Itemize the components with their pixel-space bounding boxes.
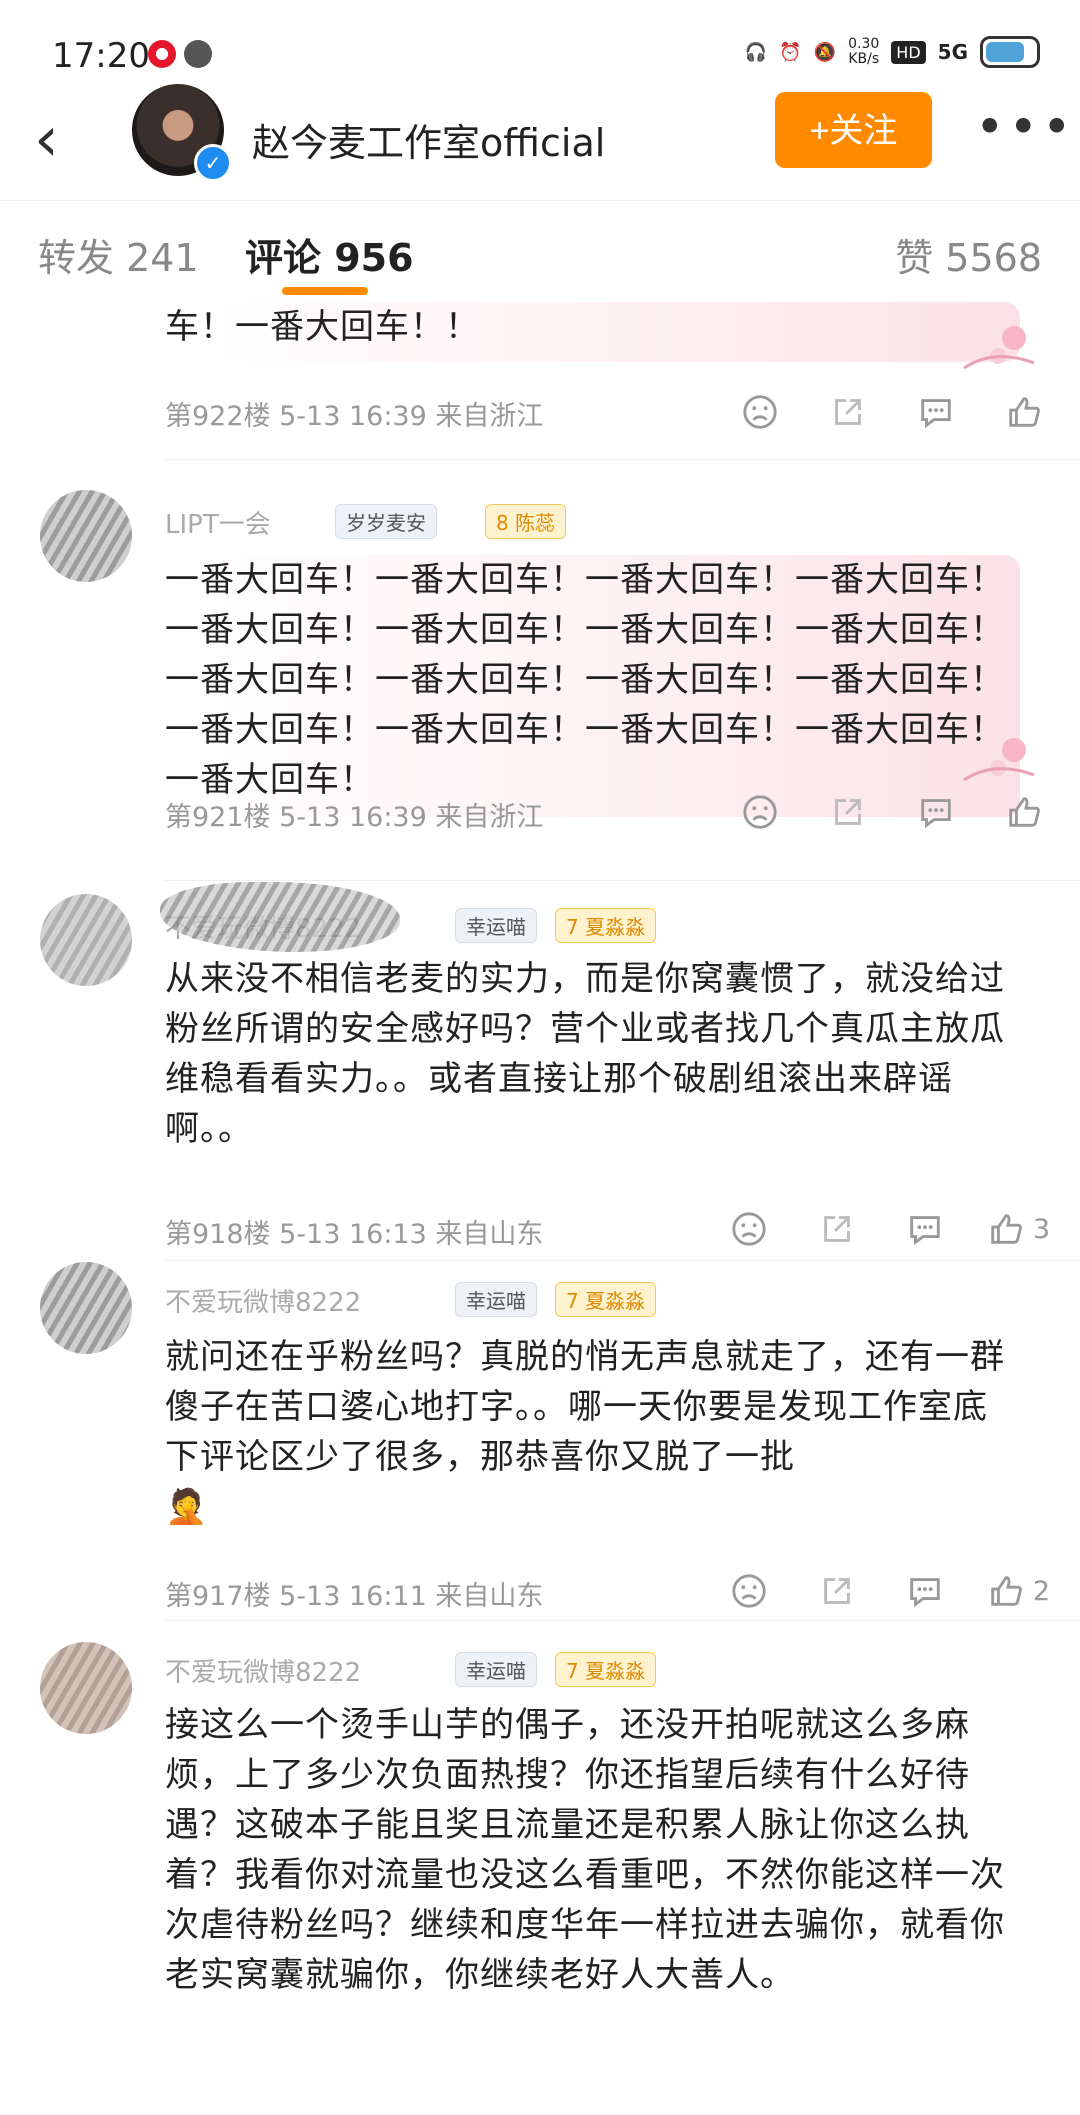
weibo-icon — [148, 40, 176, 68]
thumbs-up-icon[interactable] — [998, 792, 1050, 832]
flower-decoration-icon — [954, 730, 1040, 790]
avatar[interactable] — [40, 1262, 132, 1354]
tab-like[interactable]: 赞 5568 — [895, 227, 1042, 282]
tab-repost[interactable]: 转发 241 — [38, 227, 199, 282]
comment-item: 不爱玩微博8222 幸运喵 7 夏淼淼 从来没不相信老麦的实力，而是你窝囊惯了，… — [0, 882, 1080, 1262]
share-icon[interactable] — [822, 792, 874, 832]
divider — [165, 1620, 1080, 1621]
verified-icon: ✓ — [194, 144, 232, 182]
fan-badge: 岁岁麦安 — [335, 504, 437, 539]
tab-bar: 转发 241 评论 956 赞 5568 — [0, 200, 1080, 301]
fan-level-badge: 8 陈蕊 — [485, 504, 567, 539]
commenter-name[interactable]: 不爱玩微博8222 — [165, 1282, 361, 1319]
comment-text: 就问还在乎粉丝吗？真脱的悄无声息就走了，还有一群傻子在苦口婆心地打字。。哪一天你… — [165, 1337, 1005, 1527]
comment-meta: 第922楼 5-13 16:39 来自浙江 — [165, 401, 544, 432]
like-button[interactable]: 3 — [987, 1209, 1050, 1249]
sad-face-icon[interactable] — [734, 392, 786, 432]
comment-item: 车！一番大回车！！ 第922楼 5-13 16:39 来自浙江 — [0, 302, 1080, 462]
fan-level-badge: 7 夏淼淼 — [555, 1282, 657, 1317]
fan-badge: 幸运喵 — [455, 1652, 537, 1687]
comment-icon[interactable] — [899, 1209, 951, 1249]
fan-badge: 幸运喵 — [455, 1282, 537, 1317]
mute-icon: 🔕 — [813, 41, 837, 63]
comment-meta: 第917楼 5-13 16:11 来自山东 — [165, 1581, 544, 1612]
commenter-name[interactable]: LIPT一会 — [165, 504, 271, 541]
comment-text: 从来没不相信老麦的实力，而是你窝囊惯了，就没给过粉丝所谓的安全感好吗？营个业或者… — [165, 959, 1005, 1149]
divider — [165, 1260, 1080, 1261]
comment-icon[interactable] — [910, 792, 962, 832]
share-icon[interactable] — [822, 392, 874, 432]
thumbs-up-icon[interactable] — [998, 392, 1050, 432]
sad-face-icon[interactable] — [723, 1209, 775, 1249]
comment-meta: 第921楼 5-13 16:39 来自浙江 — [165, 802, 544, 833]
comment-text: 一番大回车！一番大回车！一番大回车！一番大回车！一番大回车！一番大回车！一番大回… — [165, 555, 1020, 817]
active-tab-indicator — [282, 287, 368, 295]
sad-face-icon[interactable] — [723, 1571, 775, 1611]
divider — [165, 880, 1080, 881]
post-header: ‹ ✓ 赵今麦工作室official +关注 ••• — [0, 84, 1080, 185]
chat-bubble-icon — [184, 40, 212, 68]
fan-level-badge: 7 夏淼淼 — [555, 908, 657, 943]
follow-button[interactable]: +关注 — [775, 92, 932, 168]
headphones-icon: 🎧 — [744, 41, 768, 63]
comment-text: 接这么一个烫手山芋的偶子，还没开拍呢就这么多麻烦，上了多少次负面热搜？你还指望后… — [165, 1705, 1005, 1995]
like-button[interactable]: 2 — [987, 1571, 1050, 1611]
like-count: 2 — [1032, 1575, 1050, 1607]
alarm-icon: ⏰ — [779, 41, 802, 63]
like-count: 3 — [1032, 1213, 1050, 1245]
comment-item: 不爱玩微博8222 幸运喵 7 夏淼淼 就问还在乎粉丝吗？真脱的悄无声息就走了，… — [0, 1262, 1080, 1642]
battery-icon — [980, 36, 1040, 68]
comment-list: 车！一番大回车！！ 第922楼 5-13 16:39 来自浙江 LIPT一会 岁… — [0, 302, 1080, 2115]
avatar[interactable] — [40, 894, 132, 986]
more-options-icon[interactable]: ••• — [975, 98, 1075, 156]
network-speed: 0.30 KB/s — [848, 36, 880, 67]
back-icon[interactable]: ‹ — [34, 108, 59, 170]
sad-face-icon[interactable] — [734, 792, 786, 832]
comment-item: 不爱玩微博8222 幸运喵 7 夏淼淼 接这么一个烫手山芋的偶子，还没开拍呢就这… — [0, 1622, 1080, 2115]
comment-icon[interactable] — [899, 1571, 951, 1611]
account-name[interactable]: 赵今麦工作室official — [252, 112, 605, 167]
thumbs-up-icon — [991, 1576, 1022, 1606]
tab-comment[interactable]: 评论 956 — [245, 227, 414, 282]
facepalm-emoji-icon: 🤦 — [165, 1487, 209, 1527]
commenter-name[interactable]: 不爱玩微博8222 — [165, 1652, 361, 1689]
comment-text: 车！一番大回车！！ — [165, 302, 1020, 362]
signal-indicator: 5G — [937, 40, 968, 64]
fan-level-badge: 7 夏淼淼 — [555, 1652, 657, 1687]
share-icon[interactable] — [811, 1571, 863, 1611]
status-bar: 17:20 🎧 ⏰ 🔕 0.30 KB/s HD 5G — [0, 0, 1080, 100]
share-icon[interactable] — [811, 1209, 863, 1249]
thumbs-up-icon — [991, 1214, 1022, 1244]
comment-icon[interactable] — [910, 392, 962, 432]
avatar[interactable] — [40, 490, 132, 582]
flower-decoration-icon — [954, 318, 1040, 378]
avatar[interactable] — [40, 1642, 132, 1734]
comment-meta: 第918楼 5-13 16:13 来自山东 — [165, 1219, 544, 1250]
hd-indicator: HD — [891, 40, 926, 64]
fan-badge: 幸运喵 — [455, 908, 537, 943]
status-time: 17:20 — [52, 36, 150, 76]
